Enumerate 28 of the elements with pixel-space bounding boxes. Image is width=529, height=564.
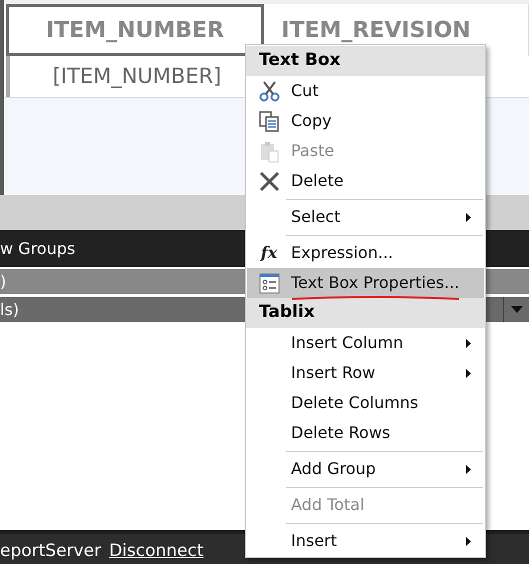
server-name: eportServer <box>0 540 102 562</box>
group-label: ) <box>0 270 6 292</box>
copy-icon <box>258 110 280 132</box>
submenu-arrow-icon <box>466 212 471 222</box>
menu-item[interactable]: Text Box Properties... <box>247 268 484 298</box>
panel-title: w Groups <box>0 238 76 260</box>
menu-item[interactable]: fx Expression... <box>247 238 484 268</box>
properties-icon <box>258 272 280 294</box>
submenu-arrow-icon <box>466 536 471 546</box>
submenu-arrow-icon <box>466 464 471 474</box>
menu-section-header: Text Box <box>246 46 485 76</box>
menu-item[interactable]: Insert Column <box>247 328 484 358</box>
submenu-arrow-icon <box>466 338 471 348</box>
menu-item[interactable]: Insert <box>247 526 484 556</box>
menu-item[interactable]: Delete Columns <box>247 388 484 418</box>
function-icon: fx <box>260 241 278 265</box>
menu-item[interactable]: Delete <box>247 166 484 196</box>
menu-item[interactable]: Copy <box>247 106 484 136</box>
scissors-icon <box>258 80 280 102</box>
dropdown-arrow-icon <box>510 306 522 313</box>
menu-item[interactable]: Insert Row <box>247 358 484 388</box>
disconnect-link[interactable]: Disconnect <box>109 538 204 564</box>
menu-item[interactable]: Delete Rows <box>247 418 484 448</box>
delete-icon <box>258 170 280 192</box>
menu-section-header: Tablix <box>246 298 485 328</box>
menu-item[interactable]: Add Group <box>247 454 484 484</box>
submenu-arrow-icon <box>466 368 471 378</box>
group-label: ls) <box>0 298 20 320</box>
